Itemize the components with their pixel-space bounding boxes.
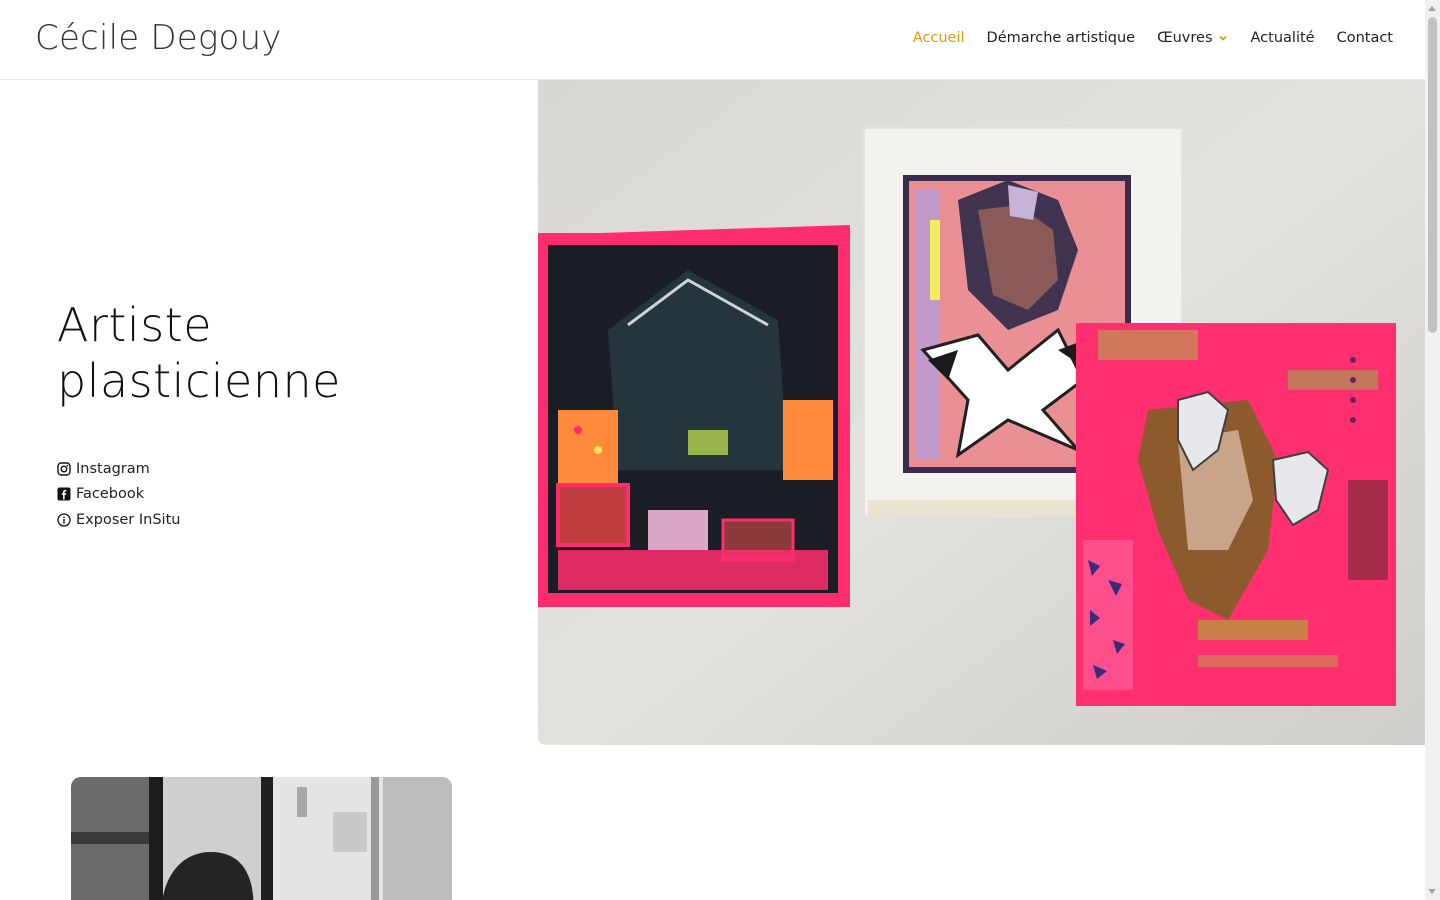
instagram-link[interactable]: Instagram bbox=[57, 456, 180, 482]
artist-portrait-photo bbox=[71, 777, 452, 900]
site-header: Cécile Degouy Accueil Démarche artistiqu… bbox=[0, 0, 1425, 80]
page-scrollbar[interactable] bbox=[1425, 0, 1440, 900]
main-nav: Accueil Démarche artistique Œuvres Actua… bbox=[913, 30, 1393, 46]
exposer-insitu-link[interactable]: Exposer InSitu bbox=[57, 507, 180, 533]
info-icon bbox=[57, 513, 71, 527]
instagram-label: Instagram bbox=[76, 460, 150, 477]
scrollbar-thumb[interactable] bbox=[1428, 17, 1437, 333]
nav-label: Œuvres bbox=[1157, 30, 1213, 46]
scroll-up-arrow-icon[interactable] bbox=[1428, 6, 1436, 11]
facebook-icon bbox=[57, 487, 71, 501]
nav-label: Démarche artistique bbox=[986, 30, 1136, 46]
exposer-insitu-label: Exposer InSitu bbox=[76, 511, 181, 528]
nav-item-accueil[interactable]: Accueil bbox=[913, 30, 965, 46]
portrait-illustration bbox=[71, 777, 452, 900]
artwork-illustration bbox=[538, 80, 1425, 745]
hero-title: Artiste plasticienne bbox=[57, 297, 477, 409]
chevron-down-icon bbox=[1218, 35, 1227, 41]
hero-title-line1: Artiste bbox=[57, 298, 212, 352]
nav-item-actualite[interactable]: Actualité bbox=[1251, 30, 1315, 46]
scroll-down-arrow-icon[interactable] bbox=[1428, 889, 1436, 894]
facebook-link[interactable]: Facebook bbox=[57, 482, 180, 508]
nav-label: Actualité bbox=[1250, 30, 1315, 46]
site-logo[interactable]: Cécile Degouy bbox=[35, 18, 282, 58]
hero-title-line2: plasticienne bbox=[57, 354, 341, 408]
facebook-label: Facebook bbox=[76, 486, 145, 503]
nav-item-oeuvres[interactable]: Œuvres bbox=[1157, 30, 1228, 46]
nav-item-demarche[interactable]: Démarche artistique bbox=[987, 30, 1136, 46]
social-links: Instagram Facebook Exposer InSitu bbox=[57, 456, 180, 533]
nav-item-contact[interactable]: Contact bbox=[1337, 30, 1393, 46]
instagram-icon bbox=[57, 462, 71, 476]
nav-label: Accueil bbox=[912, 30, 965, 46]
hero-artwork-photo bbox=[538, 80, 1425, 745]
nav-label: Contact bbox=[1336, 30, 1393, 46]
